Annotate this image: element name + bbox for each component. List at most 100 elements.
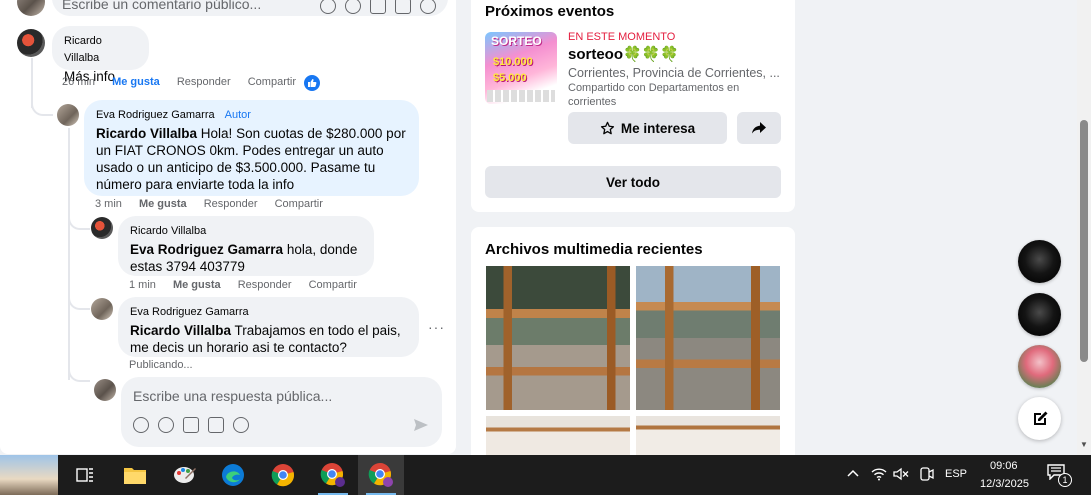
reply-button[interactable]: Responder [177,76,231,88]
avatar[interactable] [91,298,113,320]
sticker-icon[interactable] [233,417,249,433]
thumb-text: $5.000 [493,72,527,84]
comment-bubble: Eva Rodriguez Gamarra Ricardo Villalba T… [118,297,419,357]
comment-actions: 26 min Me gusta Responder Compartir [62,76,310,88]
media-photo[interactable] [486,266,630,410]
avatar [94,379,116,401]
more-options-icon[interactable]: ··· [428,319,445,335]
clock-time[interactable]: 09:06 [990,460,1018,472]
clock-date[interactable]: 12/3/2025 [980,478,1029,490]
share-button[interactable]: Compartir [309,279,357,291]
comment-author[interactable]: Eva Rodriguez Gamarra [96,109,215,121]
reply-button[interactable]: Responder [238,279,292,291]
author-badge: Autor [224,109,251,121]
share-button[interactable]: Compartir [275,198,323,210]
emoji-icon[interactable] [158,417,174,433]
see-all-button[interactable]: Ver todo [485,166,781,198]
comment-bubble: Ricardo Villalba Eva Rodriguez Gamarra h… [118,216,374,276]
share-button[interactable]: Compartir [248,76,296,88]
avatar[interactable] [17,29,45,57]
thumb-grid [487,90,555,102]
comment-header: Eva Rodriguez Gamarra Autor [96,107,407,124]
avatar-sticker-icon[interactable] [320,0,336,14]
gif-icon[interactable] [208,417,224,433]
palette-icon [174,467,196,483]
thumb-text: SORTEO [491,34,542,48]
reply-button[interactable]: Responder [204,198,258,210]
chrome-profile-icon [320,463,345,487]
like-button[interactable]: Me gusta [112,76,160,88]
event-shared: Compartido con Departamentos en corrient… [568,82,740,108]
task-view-button[interactable] [62,455,108,495]
taskbar-chrome[interactable] [260,455,306,495]
camera-icon[interactable] [183,417,199,433]
show-hidden-icons[interactable] [847,469,859,477]
thread-curve [68,360,90,382]
comment-author[interactable]: Ricardo Villalba [64,33,137,67]
comment-actions: 3 min Me gusta Responder Compartir [95,198,337,210]
comment-mention[interactable]: Eva Rodriguez Gamarra [130,242,283,257]
chrome-profile-icon [368,463,393,487]
camera-icon[interactable] [370,0,386,14]
comment-mention[interactable]: Ricardo Villalba [96,126,197,141]
new-message-button[interactable] [1018,397,1061,440]
language-indicator[interactable]: ESP [945,468,967,480]
chat-head[interactable] [1018,293,1061,336]
taskbar-chrome-active[interactable] [358,455,404,495]
notification-count: 1 [1058,473,1072,487]
interest-button[interactable]: Me interesa [568,112,727,144]
comment-actions: 1 min Me gusta Responder Compartir [129,279,371,291]
emoji-icon[interactable] [345,0,361,14]
like-button[interactable]: Me gusta [139,198,187,210]
taskbar-edge[interactable] [210,455,256,495]
comment-time[interactable]: 3 min [95,198,122,210]
comment-mention[interactable]: Ricardo Villalba [130,323,231,338]
wifi-icon[interactable] [871,467,887,481]
reply-input-placeholder: Escribe una respuesta pública... [133,388,333,404]
comment-time[interactable]: 1 min [129,279,156,291]
avatar-sticker-icon[interactable] [133,417,149,433]
taskbar-explorer[interactable] [112,455,158,495]
widgets-icon[interactable] [0,455,58,495]
taskbar-chrome-profile[interactable] [310,455,356,495]
share-event-button[interactable] [737,112,781,144]
events-title: Próximos eventos [485,3,615,20]
volume-muted-icon[interactable] [893,467,909,481]
media-title: Archivos multimedia recientes [485,241,703,258]
comment-input[interactable]: Escribe un comentario público... [52,0,448,16]
like-reaction-icon[interactable] [304,75,320,91]
media-photo[interactable] [486,416,630,455]
event-name[interactable]: sorteoo🍀🍀🍀 [568,45,679,63]
folder-icon [124,468,146,484]
comment-input-placeholder: Escribe un comentario público... [62,0,262,12]
reply-input[interactable]: Escribe una respuesta pública... [121,377,442,447]
notification-center[interactable]: 1 [1047,464,1073,488]
comment-bubble: Eva Rodriguez Gamarra Autor Ricardo Villa… [84,100,419,196]
chat-head[interactable] [1018,345,1061,388]
task-view-icon [76,468,93,482]
event-thumbnail[interactable]: SORTEO $10.000 $5.000 [485,32,557,104]
avatar[interactable] [57,104,79,126]
interest-label: Me interesa [620,120,696,136]
like-button[interactable]: Me gusta [173,279,221,291]
comment-author[interactable]: Eva Rodriguez Gamarra [130,304,407,321]
sticker-icon[interactable] [420,0,436,14]
comment-time[interactable]: 26 min [62,76,95,88]
publishing-status: Publicando... [129,359,193,371]
taskbar-paint[interactable] [162,455,208,495]
gif-icon[interactable] [395,0,411,14]
star-icon [600,121,614,134]
chat-head[interactable] [1018,240,1061,283]
scrollbar-thumb[interactable] [1080,120,1088,362]
avatar[interactable] [91,217,113,239]
compose-icon [1033,411,1047,425]
event-location: Corrientes, Provincia de Corrientes, ... [568,66,780,80]
media-photo[interactable] [636,266,780,410]
media-photo[interactable] [636,416,780,455]
meet-now-icon[interactable] [918,467,934,481]
edge-icon [222,464,244,486]
send-icon[interactable] [413,418,429,432]
scroll-down-arrow[interactable]: ▼ [1080,440,1088,449]
comment-author[interactable]: Ricardo Villalba [130,223,362,240]
share-icon [752,122,766,134]
